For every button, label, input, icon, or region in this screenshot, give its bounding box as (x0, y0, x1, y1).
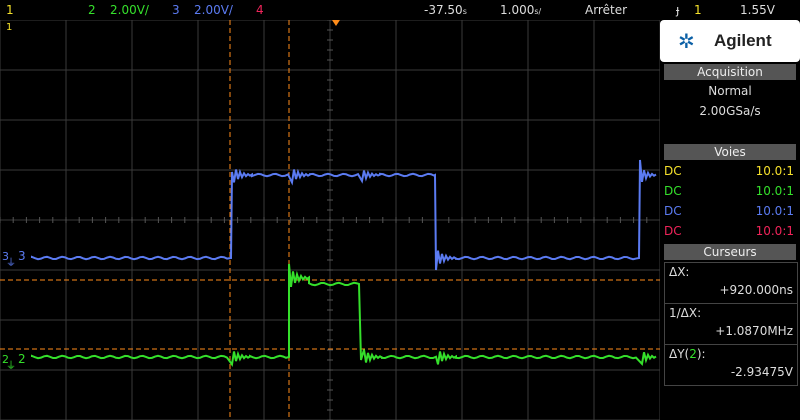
svg-text:⏚: ⏚ (6, 360, 16, 372)
channel2-setting[interactable]: DC 10.0:1 (664, 184, 796, 202)
trigger-position-marker[interactable] (332, 20, 340, 26)
side-panel: ✲ Agilent Acquisition Normal 2.00GSa/s V… (660, 20, 800, 420)
waveform-display[interactable]: 3 3 ⏚ 2 2 ⏚ 1 (0, 20, 660, 420)
cursors-header[interactable]: Curseurs (664, 244, 796, 260)
channel3-trace (31, 159, 657, 271)
channel3-setting[interactable]: DC 10.0:1 (664, 204, 796, 222)
dy-value: -2.93475V (730, 365, 793, 379)
channel3-number[interactable]: 3 (172, 3, 180, 17)
channel1-indicator[interactable]: 1 (6, 3, 14, 17)
brand-name: Agilent (714, 31, 772, 50)
trigger-level[interactable]: 1.55V (740, 3, 775, 17)
channel3-scale[interactable]: 2.00V/ (194, 3, 233, 17)
channel3-ground-marker[interactable]: 3 3 ⏚ (2, 249, 26, 269)
timebase[interactable]: 1.000s/ (500, 3, 541, 17)
dy-label: ΔY(2): (669, 347, 706, 361)
channel2-ground-marker[interactable]: 2 2 ⏚ (2, 352, 26, 372)
cursor-invdx-box: 1/ΔX: +1.0870MHz (664, 303, 798, 345)
run-state[interactable]: Arrêter (585, 3, 627, 17)
horizontal-delay[interactable]: -37.50s (424, 3, 467, 17)
inv-dx-label: 1/ΔX: (669, 306, 702, 320)
cursor-dx-box: ΔX: +920.000ns (664, 262, 798, 304)
channels-header[interactable]: Voies (664, 144, 796, 160)
graticule (0, 20, 660, 420)
channel2-scale[interactable]: 2.00V/ (110, 3, 149, 17)
trigger-channel[interactable]: 1 (694, 3, 702, 17)
agilent-spark-icon: ✲ (678, 29, 695, 53)
cursor-dy-box: ΔY(2): -2.93475V (664, 344, 798, 386)
rising-edge-icon: ɟ (676, 3, 680, 17)
dx-label: ΔX: (669, 265, 690, 279)
channel2-number[interactable]: 2 (88, 3, 96, 17)
agilent-logo: ✲ Agilent (660, 20, 800, 62)
svg-text:⏚: ⏚ (6, 257, 16, 269)
channel4-indicator[interactable]: 4 (256, 3, 264, 17)
channel1-edge-marker: 1 (6, 22, 12, 33)
inv-dx-value: +1.0870MHz (715, 324, 793, 338)
status-bar: 1 2 2.00V/ 3 2.00V/ 4 -37.50s 1.000s/ Ar… (0, 0, 800, 21)
svg-text:3: 3 (18, 249, 26, 263)
dx-value: +920.000ns (719, 283, 793, 297)
acquisition-mode: Normal (708, 84, 752, 98)
sample-rate: 2.00GSa/s (699, 104, 761, 118)
channel4-setting[interactable]: DC 10.0:1 (664, 224, 796, 242)
channel1-setting[interactable]: DC 10.0:1 (664, 164, 796, 182)
svg-text:2: 2 (18, 352, 26, 366)
acquisition-header[interactable]: Acquisition (664, 64, 796, 80)
